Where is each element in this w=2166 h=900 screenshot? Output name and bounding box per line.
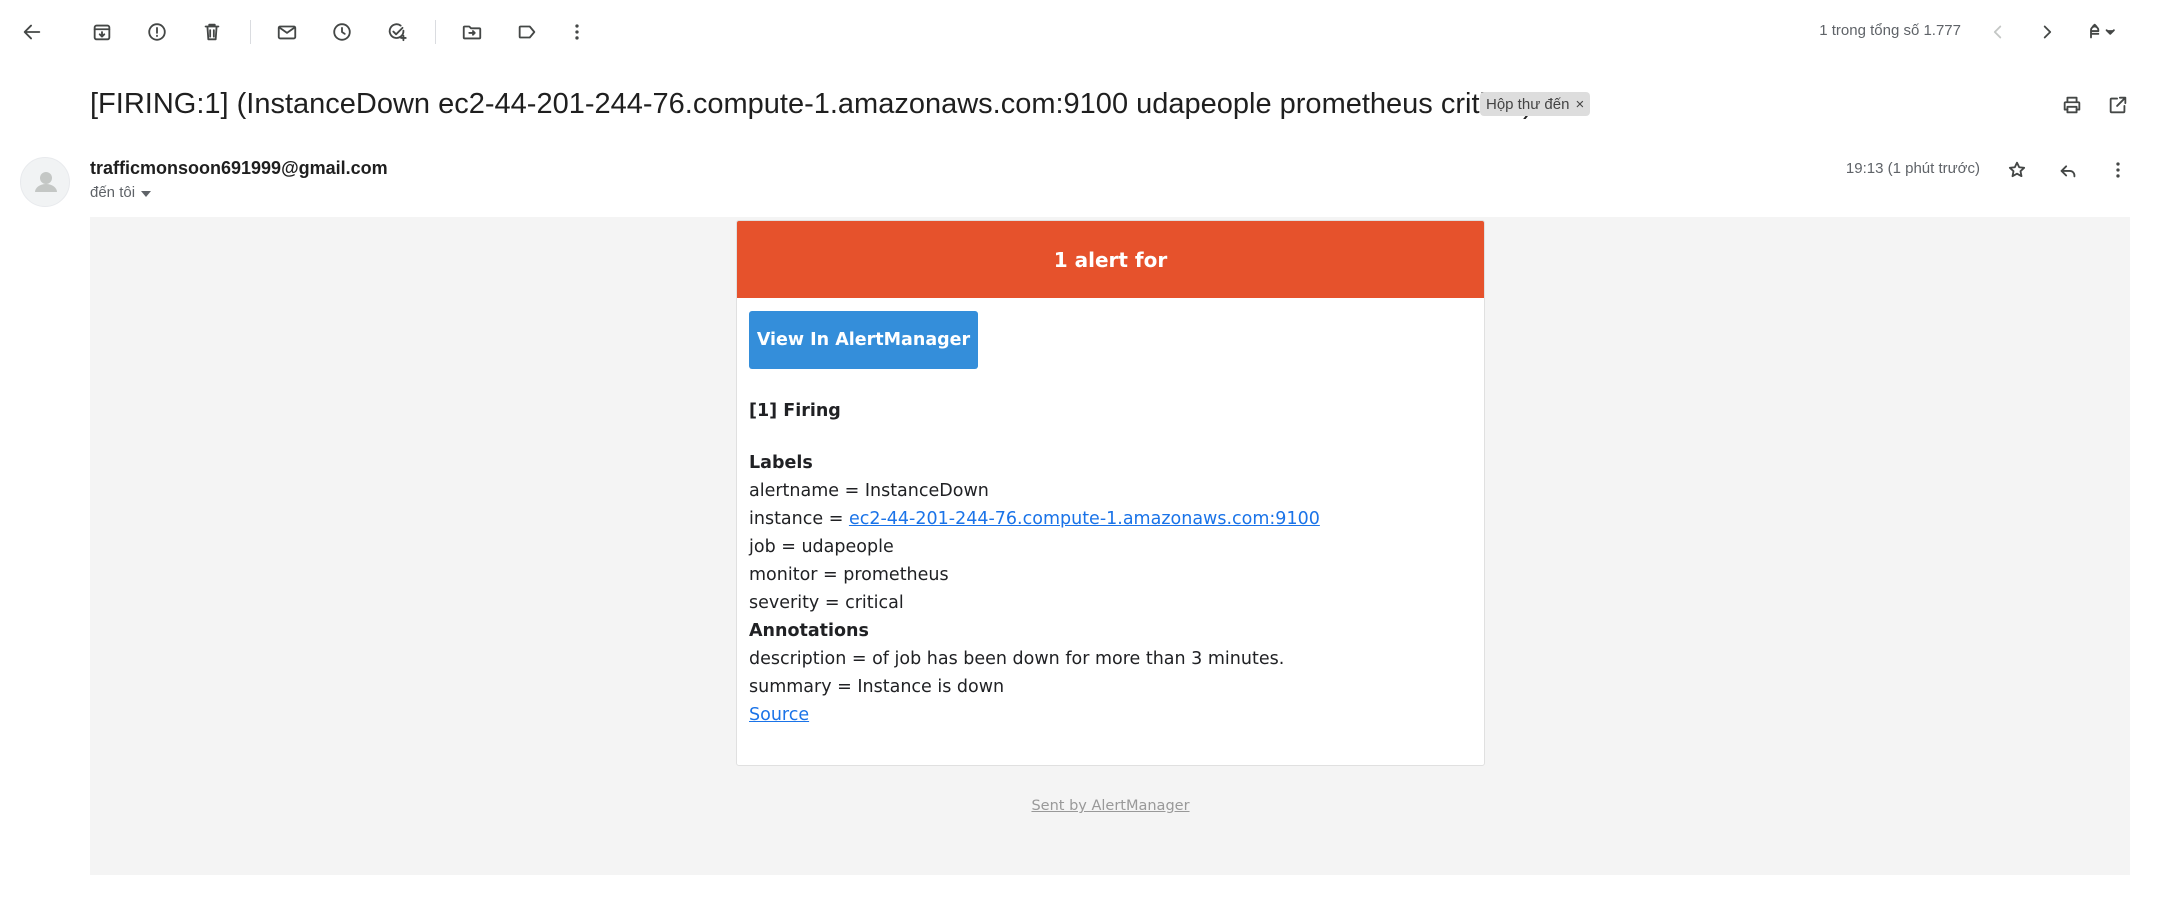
pager-count: 1 trong tổng số 1.777 bbox=[1819, 22, 1961, 39]
next-page-icon[interactable] bbox=[2029, 14, 2065, 50]
label-alertname: alertname = InstanceDown bbox=[749, 481, 989, 501]
move-to-icon[interactable] bbox=[454, 14, 490, 50]
alert-header: 1 alert for bbox=[737, 221, 1484, 298]
toolbar: 1 trong tổng số 1.777 bbox=[0, 0, 2166, 64]
email-timestamp: 19:13 (1 phút trước) bbox=[1845, 160, 1980, 177]
delete-icon[interactable] bbox=[194, 14, 230, 50]
annotation-description: description = of job has been down for m… bbox=[749, 649, 1285, 669]
label-icon[interactable] bbox=[509, 14, 545, 50]
label-job: job = udapeople bbox=[749, 537, 894, 557]
recipients-toggle[interactable]: đến tôi bbox=[90, 184, 152, 201]
remove-label-icon[interactable]: × bbox=[1575, 97, 1584, 112]
labels-heading: Labels bbox=[749, 453, 813, 473]
input-tools-icon[interactable] bbox=[2076, 14, 2128, 50]
more-options-icon[interactable] bbox=[2103, 155, 2133, 185]
archive-icon[interactable] bbox=[84, 14, 120, 50]
print-icon[interactable] bbox=[2057, 90, 2087, 120]
report-spam-icon[interactable] bbox=[139, 14, 175, 50]
more-vert-icon[interactable] bbox=[559, 14, 595, 50]
back-arrow-icon[interactable] bbox=[14, 14, 50, 50]
inbox-label-text: Hộp thư đến bbox=[1486, 95, 1570, 113]
annotations-heading: Annotations bbox=[749, 621, 869, 641]
email-subject: [FIRING:1] (InstanceDown ec2-44-201-244-… bbox=[90, 88, 1533, 120]
reply-icon[interactable] bbox=[2053, 155, 2083, 185]
alert-card: 1 alert for View In AlertManager [1] Fir… bbox=[736, 220, 1485, 766]
sender-email[interactable]: trafficmonsoon691999@gmail.com bbox=[90, 158, 388, 179]
open-in-new-window-icon[interactable] bbox=[2103, 90, 2133, 120]
snooze-icon[interactable] bbox=[324, 14, 360, 50]
instance-link[interactable]: ec2-44-201-244-76.compute-1.amazonaws.co… bbox=[849, 509, 1320, 529]
label-instance-key: instance = bbox=[749, 509, 849, 529]
add-task-icon[interactable] bbox=[379, 14, 415, 50]
star-icon[interactable] bbox=[2002, 155, 2032, 185]
alert-content: View In AlertManager [1] Firing Labels a… bbox=[737, 298, 1484, 742]
label-instance: instance = ec2-44-201-244-76.compute-1.a… bbox=[749, 505, 1472, 533]
sender-avatar bbox=[20, 157, 70, 207]
inbox-label-chip[interactable]: Hộp thư đến × bbox=[1480, 92, 1591, 116]
toolbar-divider bbox=[250, 20, 251, 44]
annotation-summary: summary = Instance is down bbox=[749, 677, 1005, 697]
mark-unread-icon[interactable] bbox=[269, 14, 305, 50]
previous-page-icon[interactable] bbox=[1980, 14, 2016, 50]
label-monitor: monitor = prometheus bbox=[749, 565, 949, 585]
view-in-alertmanager-button[interactable]: View In AlertManager bbox=[749, 311, 978, 369]
source-link[interactable]: Source bbox=[749, 705, 809, 725]
chevron-down-icon bbox=[141, 190, 152, 197]
firing-heading: [1] Firing bbox=[749, 401, 841, 421]
sent-by-alertmanager-link[interactable]: Sent by AlertManager bbox=[736, 798, 1485, 814]
recipient-label: đến tôi bbox=[90, 184, 136, 201]
toolbar-divider bbox=[435, 20, 436, 44]
label-severity: severity = critical bbox=[749, 593, 904, 613]
